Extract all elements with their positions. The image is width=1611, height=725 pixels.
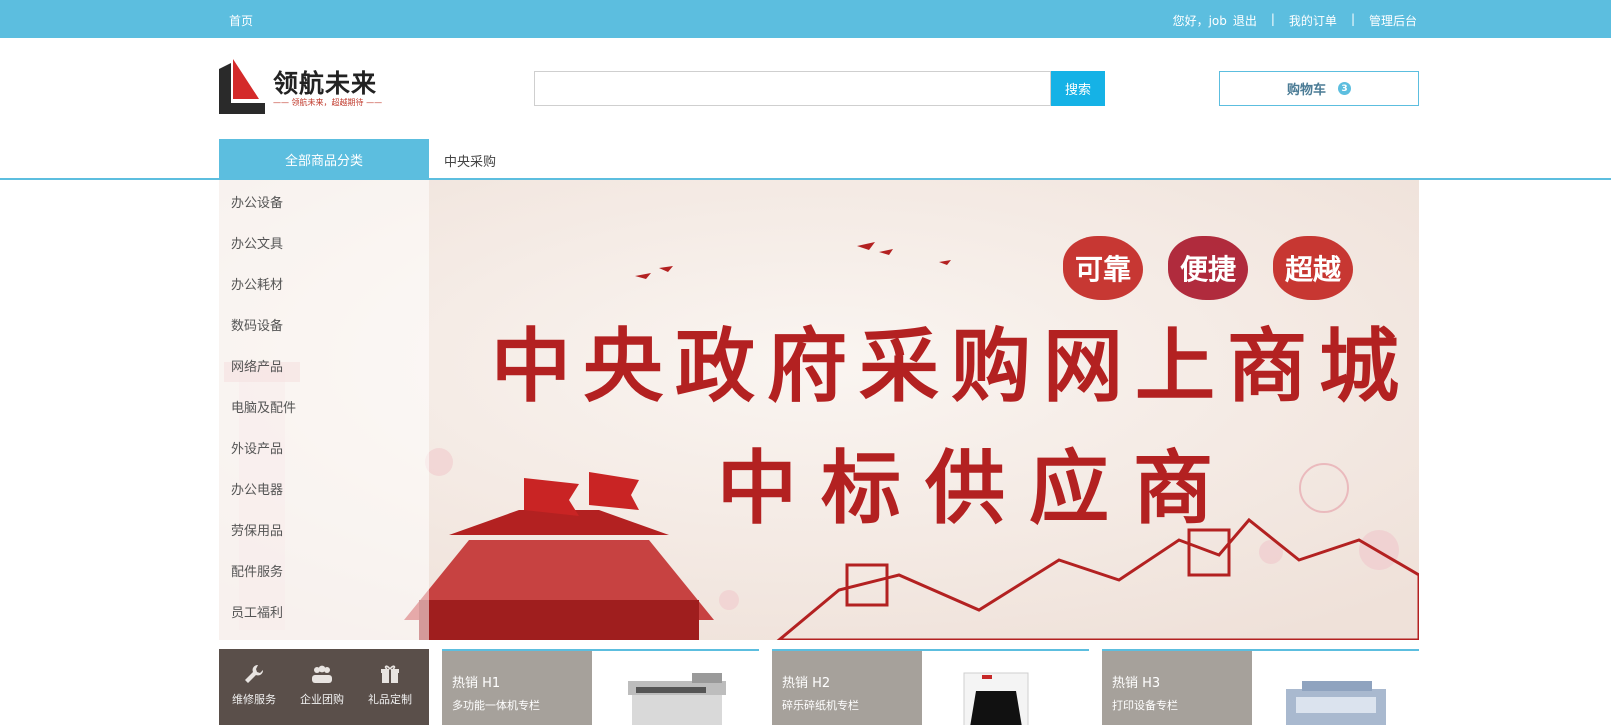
service-group-buy[interactable]: 企业团购: [292, 663, 352, 707]
top-bar: 首页 您好，job 退出 | 我的订单 | 管理后台: [0, 0, 1611, 38]
banner-subheadline: 中标供应商: [717, 441, 1237, 535]
service-repair[interactable]: 维修服务: [224, 663, 284, 707]
printer-image: [1286, 681, 1386, 725]
search-button[interactable]: 搜索: [1051, 71, 1105, 106]
cart-button[interactable]: 购物车 3: [1219, 71, 1419, 106]
shredder-image: [963, 672, 1029, 725]
logout-link[interactable]: 退出: [1233, 12, 1257, 29]
wrench-icon: [245, 664, 264, 683]
banner-tag: 可靠: [1059, 232, 1147, 304]
hot-card-title: 热销 H3: [1112, 676, 1161, 691]
my-orders-link[interactable]: 我的订单: [1289, 12, 1337, 29]
hot-card-title: 热销 H1: [452, 676, 501, 691]
all-categories-tab[interactable]: 全部商品分类: [219, 139, 429, 179]
logo-name: 领航未来: [273, 69, 378, 98]
hot-card-subtitle: 多功能一体机专栏: [452, 699, 540, 712]
service-label: 维修服务: [232, 693, 276, 706]
service-gift[interactable]: 礼品定制: [360, 663, 420, 707]
multifunction-printer-image: [628, 673, 726, 725]
hot-card-info: 热销 H1 多功能一体机专栏: [442, 651, 592, 725]
separator: |: [1270, 12, 1275, 26]
category-item[interactable]: 办公设备: [231, 192, 283, 211]
site-logo[interactable]: 领航未来 —— 领航未来，超越期待 ——: [219, 59, 394, 114]
category-item[interactable]: 办公耗材: [231, 274, 283, 293]
hot-card[interactable]: 热销 H1 多功能一体机专栏: [442, 649, 759, 725]
service-label: 企业团购: [300, 693, 344, 706]
logo-slogan: —— 领航未来，超越期待 ——: [273, 98, 383, 107]
service-label: 礼品定制: [368, 693, 412, 706]
category-item[interactable]: 电脑及配件: [231, 397, 296, 416]
gift-icon: [381, 665, 399, 683]
category-item[interactable]: 配件服务: [231, 561, 283, 580]
banner-headline: 中央政府采购网上商城: [491, 319, 1411, 413]
cart-count-badge: 3: [1338, 82, 1351, 95]
category-item[interactable]: 办公文具: [231, 233, 283, 252]
admin-link[interactable]: 管理后台: [1369, 12, 1417, 29]
search-bar: 搜索: [534, 71, 1105, 106]
category-menu: 办公设备 办公文具 办公耗材 数码设备 网络产品 电脑及配件 外设产品 办公电器…: [219, 180, 429, 640]
group-icon: [312, 665, 332, 683]
hot-card[interactable]: 热销 H2 碎乐碎纸机专栏: [772, 649, 1089, 725]
user-links: 您好，job 退出 | 我的订单 | 管理后台: [1173, 12, 1417, 29]
category-item[interactable]: 数码设备: [231, 315, 283, 334]
category-item[interactable]: 劳保用品: [231, 520, 283, 539]
separator: |: [1350, 12, 1355, 26]
nav-item-central-procurement[interactable]: 中央采购: [444, 151, 496, 170]
banner-tag: 便捷: [1164, 232, 1252, 304]
greeting-text: 您好，job: [1172, 14, 1227, 28]
cart-label: 购物车: [1286, 83, 1326, 98]
banner-tag: 超越: [1269, 232, 1357, 304]
services-panel: 维修服务 企业团购 礼品定制: [219, 649, 429, 725]
hot-card-subtitle: 打印设备专栏: [1112, 699, 1178, 712]
hot-card-info: 热销 H3 打印设备专栏: [1102, 651, 1252, 725]
hot-card-title: 热销 H2: [782, 676, 831, 691]
hot-card-info: 热销 H2 碎乐碎纸机专栏: [772, 651, 922, 725]
hot-card[interactable]: 热销 H3 打印设备专栏: [1102, 649, 1419, 725]
category-item[interactable]: 外设产品: [231, 438, 283, 457]
search-input[interactable]: [534, 71, 1051, 106]
category-item[interactable]: 员工福利: [231, 602, 283, 621]
hot-card-subtitle: 碎乐碎纸机专栏: [782, 699, 859, 712]
home-link[interactable]: 首页: [229, 12, 253, 29]
category-item[interactable]: 办公电器: [231, 479, 283, 498]
logo-mark-icon: [219, 59, 265, 114]
category-item[interactable]: 网络产品: [231, 356, 283, 375]
